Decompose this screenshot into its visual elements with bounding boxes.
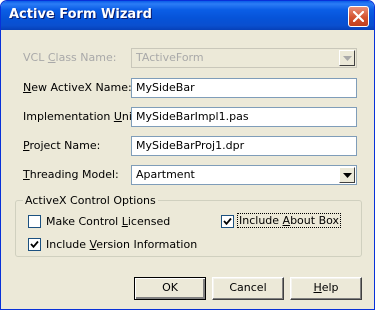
title-bar[interactable]: Active Form Wizard (1, 1, 374, 30)
implementation-unit-value: MySideBarImpl1.pas (136, 110, 249, 123)
wizard-window: Active Form Wizard VCL Class Name: TActi… (0, 0, 375, 310)
vcl-class-name-value: TActiveForm (136, 51, 204, 64)
chevron-down-icon (343, 173, 352, 178)
new-activex-name-input[interactable]: MySideBar (131, 78, 357, 98)
include-about-box-label[interactable]: Include About Box (237, 213, 342, 228)
new-activex-name-label: New ActiveX Name: (23, 81, 132, 94)
threading-model-value: Apartment (136, 168, 195, 181)
threading-model-dropdown-button[interactable] (339, 167, 355, 183)
threading-model-combobox[interactable]: Apartment (131, 165, 357, 185)
vcl-class-name-label: VCL Class Name: (23, 51, 117, 64)
close-button[interactable] (348, 6, 369, 27)
vcl-class-name-combobox: TActiveForm (131, 48, 357, 68)
close-icon (353, 11, 364, 22)
project-name-value: MySideBarProj1.dpr (136, 139, 245, 152)
cancel-button[interactable]: Cancel (212, 277, 284, 300)
dialog-body: VCL Class Name: TActiveForm New ActiveX … (1, 30, 374, 309)
make-control-licensed-label[interactable]: Make Control Licensed (46, 215, 170, 228)
activex-options-title: ActiveX Control Options (23, 194, 158, 207)
window-title: Active Form Wizard (9, 7, 152, 22)
ok-button[interactable]: OK (134, 277, 206, 300)
threading-model-label: Threading Model: (23, 168, 119, 181)
include-about-box-checkbox[interactable] (221, 215, 234, 228)
checkmark-icon (223, 217, 232, 226)
make-control-licensed-checkbox[interactable] (28, 215, 41, 228)
checkmark-icon (30, 240, 39, 249)
project-name-input[interactable]: MySideBarProj1.dpr (131, 136, 357, 156)
vcl-class-name-dropdown-button (339, 50, 355, 66)
help-button[interactable]: Help (290, 277, 362, 300)
implementation-unit-input[interactable]: MySideBarImpl1.pas (131, 107, 357, 127)
include-version-information-checkbox[interactable] (28, 238, 41, 251)
project-name-label: Project Name: (23, 139, 101, 152)
include-version-information-label[interactable]: Include Version Information (46, 238, 197, 251)
chevron-down-icon (343, 56, 352, 61)
new-activex-name-value: MySideBar (136, 81, 195, 94)
implementation-unit-label: Implementation Unit: (23, 110, 140, 123)
